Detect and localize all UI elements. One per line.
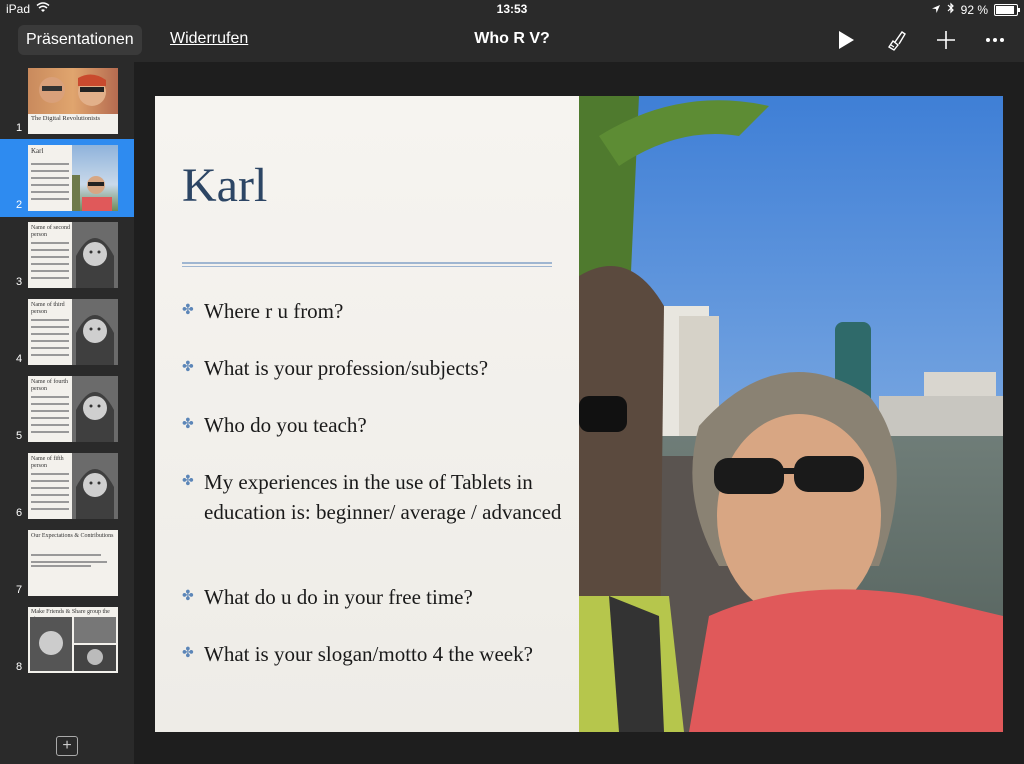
slide-number: 4 [16,353,23,365]
add-slide-button[interactable]: + [56,736,78,756]
status-right: 92 % [931,2,1020,17]
bullet-marker-icon: ✤ [182,474,194,489]
thumbnail-title: Name of third person [31,302,65,315]
slide-thumbnail-1[interactable]: The Digital Revolutionists [28,68,118,134]
title-rule [182,266,552,267]
thumbnail-text-lines [31,163,71,205]
current-slide[interactable]: Karl ✤ Where r u from? ✤ What is your prof… [155,96,1003,732]
thumbnail-photo [72,453,118,519]
thumbnail-text-lines [31,396,71,438]
slide-thumbnail-5[interactable]: Name of fourth person [28,376,118,442]
slide-thumbnail-7[interactable]: Our Expectations & Contributions [28,530,118,596]
add-icon[interactable] [934,28,958,52]
format-brush-icon[interactable] [884,28,908,52]
battery-icon [994,3,1020,16]
thumbnail-text-lines [31,242,71,284]
slide-thumbnail-6[interactable]: Name of fifth person [28,453,118,519]
status-bar: iPad 13:53 92 % [0,0,1024,18]
thumbnail-text-lines [31,473,71,515]
bullet-marker-icon: ✤ [182,589,194,604]
slide-thumbnail-3[interactable]: Name of second person [28,222,118,288]
play-icon[interactable] [834,28,858,52]
slide-number: 2 [16,199,23,211]
slide-text-panel: Karl ✤ Where r u from? ✤ What is your prof… [155,96,579,732]
thumbnail-title: Karl [31,147,44,155]
thumbnail-text-lines [31,319,71,361]
status-time: 13:53 [496,2,528,16]
slide-number: 7 [16,584,23,596]
thumbnail-photo [72,222,118,288]
thumbnail-title: The Digital Revolutionists [31,115,100,122]
thumbnail-title: Our Expectations & Contributions [31,533,114,539]
bluetooth-icon [947,2,955,17]
battery-percent: 92 % [960,2,988,17]
bullet-marker-icon: ✤ [182,303,194,318]
slide-number: 5 [16,430,23,442]
thumbnail-photo [30,617,116,671]
document-title: Who R V? [474,30,550,47]
slide-thumbnail-8[interactable]: Make Friends & Share group the pics [28,607,118,673]
title-rule [182,262,552,264]
slide-photo[interactable] [579,96,1003,732]
thumbnail-photo [72,299,118,365]
thumbnail-photo [72,376,118,442]
thumbnail-title: Name of fifth person [31,456,64,469]
thumbnail-title: Name of second person [31,225,70,238]
thumbnail-title: Name of fourth person [31,379,68,392]
slide-thumbnail-4[interactable]: Name of third person [28,299,118,365]
slide-number: 3 [16,276,23,288]
slide-number: 8 [16,661,23,673]
bullet-marker-icon: ✤ [182,417,194,432]
thumbnail-photo [72,145,118,211]
slide-title[interactable]: Karl [182,158,267,213]
slide-number: 1 [16,122,23,134]
bullet-marker-icon: ✤ [182,646,194,661]
thumbnail-text-lines [31,554,111,572]
slide-thumbnail-2[interactable]: Karl [28,145,118,211]
more-icon[interactable] [983,28,1007,52]
thumbnail-photo [28,68,118,114]
slide-number: 6 [16,507,23,519]
bullet-marker-icon: ✤ [182,360,194,375]
location-icon [931,3,941,17]
toolbar: Präsentationen Widerrufen Who R V? [0,18,1024,62]
